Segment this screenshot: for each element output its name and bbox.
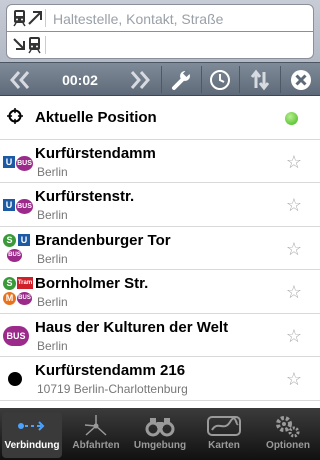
metro-badge: M <box>3 292 16 305</box>
favorite-star-icon[interactable]: ☆ <box>286 152 302 173</box>
favorite-star-icon[interactable]: ☆ <box>286 239 302 260</box>
toolbar: 00:02 <box>0 62 320 96</box>
list-item[interactable]: Kurfürstendamm 216 10719 Berlin-Charlott… <box>0 357 320 401</box>
s-bahn-badge: S <box>3 277 16 290</box>
address-dot-icon <box>2 363 34 395</box>
swap-button[interactable] <box>240 63 279 96</box>
bus-badge: BUS <box>17 292 32 305</box>
time-display[interactable]: 00:02 <box>40 63 120 96</box>
tab-abfahrten[interactable]: Abfahrten <box>66 412 126 458</box>
clock-icon <box>210 69 230 90</box>
bus-badge: BUS <box>7 248 22 262</box>
s-bahn-badge: S <box>3 233 16 247</box>
bus-badge: BUS <box>16 155 33 171</box>
swap-arrows-icon <box>250 69 269 90</box>
list-item-title: Bornholmer Str. <box>35 275 149 292</box>
tab-label: Umgebung <box>133 440 187 451</box>
location-status-dot <box>285 112 298 125</box>
bus-badge: BUS <box>3 325 29 346</box>
list-item[interactable]: BUS Haus der Kulturen der Welt Berlin ☆ <box>0 314 320 357</box>
settings-button[interactable] <box>162 63 200 96</box>
map-icon <box>194 412 254 440</box>
list-item[interactable]: U BUS Kurfürstenstr. Berlin ☆ <box>0 183 320 227</box>
list-item-title: Brandenburger Tor <box>35 231 171 249</box>
bus-badge: BUS <box>16 199 33 214</box>
favorite-star-icon[interactable]: ☆ <box>286 282 302 303</box>
time-forward-button[interactable] <box>120 63 160 96</box>
gears-icon <box>258 412 318 440</box>
favorite-star-icon[interactable]: ☆ <box>286 369 302 390</box>
list-item-subtitle: Berlin <box>37 208 68 222</box>
clear-button[interactable] <box>281 63 320 96</box>
tab-umgebung[interactable]: Umgebung <box>130 412 190 458</box>
list-item[interactable]: S U BUS Brandenburger Tor Berlin ☆ <box>0 227 320 270</box>
list-item-title: Kurfürstendamm 216 <box>35 362 186 379</box>
tab-optionen[interactable]: Optionen <box>258 412 318 458</box>
list-item-subtitle: Berlin <box>37 164 68 179</box>
tab-label: Verbindung <box>4 440 60 451</box>
to-train-icon <box>11 36 46 54</box>
transport-badges: U BUS <box>2 146 34 178</box>
route-icon <box>2 412 62 440</box>
transport-badges: BUS <box>2 320 34 352</box>
to-field[interactable] <box>6 32 314 59</box>
tab-verbindung[interactable]: Verbindung <box>2 412 62 458</box>
list-item-subtitle: 10719 Berlin-Charlottenburg <box>37 382 188 396</box>
list-item[interactable]: U BUS Kurfürstendamm Berlin ☆ <box>0 140 320 183</box>
tab-label: Optionen <box>266 440 310 451</box>
time-back-button[interactable] <box>0 63 40 96</box>
close-icon <box>290 69 311 90</box>
clock-button[interactable] <box>202 63 238 96</box>
suggestion-list: Aktuelle Position U BUS Kurfürstendamm B… <box>0 96 320 408</box>
list-item-title: Kurfürstenstr. <box>35 188 135 205</box>
list-item-title: Aktuelle Position <box>35 109 157 126</box>
from-placeholder: Haltestelle, Kontakt, Straße <box>53 11 224 27</box>
double-chevron-left-icon <box>10 70 30 89</box>
double-chevron-right-icon <box>130 70 150 89</box>
u-bahn-badge: U <box>3 199 15 211</box>
search-panel: Haltestelle, Kontakt, Straße <box>0 0 320 62</box>
tab-karten[interactable]: Karten <box>194 412 254 458</box>
binoculars-icon <box>130 412 190 440</box>
departures-icon <box>66 412 126 440</box>
wrench-icon <box>172 69 191 90</box>
favorite-star-icon[interactable]: ☆ <box>286 326 302 347</box>
list-item-subtitle: Berlin <box>37 338 68 353</box>
tab-bar: Verbindung Abfahrten Umgebung Karten Opt… <box>0 408 320 460</box>
transport-badges: S U BUS <box>2 233 34 265</box>
tab-label: Abfahrten <box>72 440 120 451</box>
list-item-title: Haus der Kulturen der Welt <box>35 318 229 336</box>
u-bahn-badge: U <box>3 155 15 168</box>
favorite-star-icon[interactable]: ☆ <box>286 195 302 216</box>
tram-badge: Tram <box>17 277 33 289</box>
crosshair-icon <box>2 102 34 134</box>
transport-badges: S Tram M BUS <box>2 276 34 308</box>
list-item-subtitle: Berlin <box>37 251 68 266</box>
tab-label: Karten <box>208 440 240 451</box>
list-item-subtitle: Berlin <box>37 295 68 309</box>
list-item[interactable]: S Tram M BUS Bornholmer Str. Berlin ☆ <box>0 270 320 314</box>
from-field[interactable]: Haltestelle, Kontakt, Straße <box>6 4 314 32</box>
list-item-current-position[interactable]: Aktuelle Position <box>0 96 320 140</box>
from-train-icon <box>11 9 46 27</box>
list-item-title: Kurfürstendamm <box>35 144 156 162</box>
time-value: 00:02 <box>62 71 98 88</box>
transport-badges: U BUS <box>2 189 34 221</box>
u-bahn-badge: U <box>18 233 30 246</box>
